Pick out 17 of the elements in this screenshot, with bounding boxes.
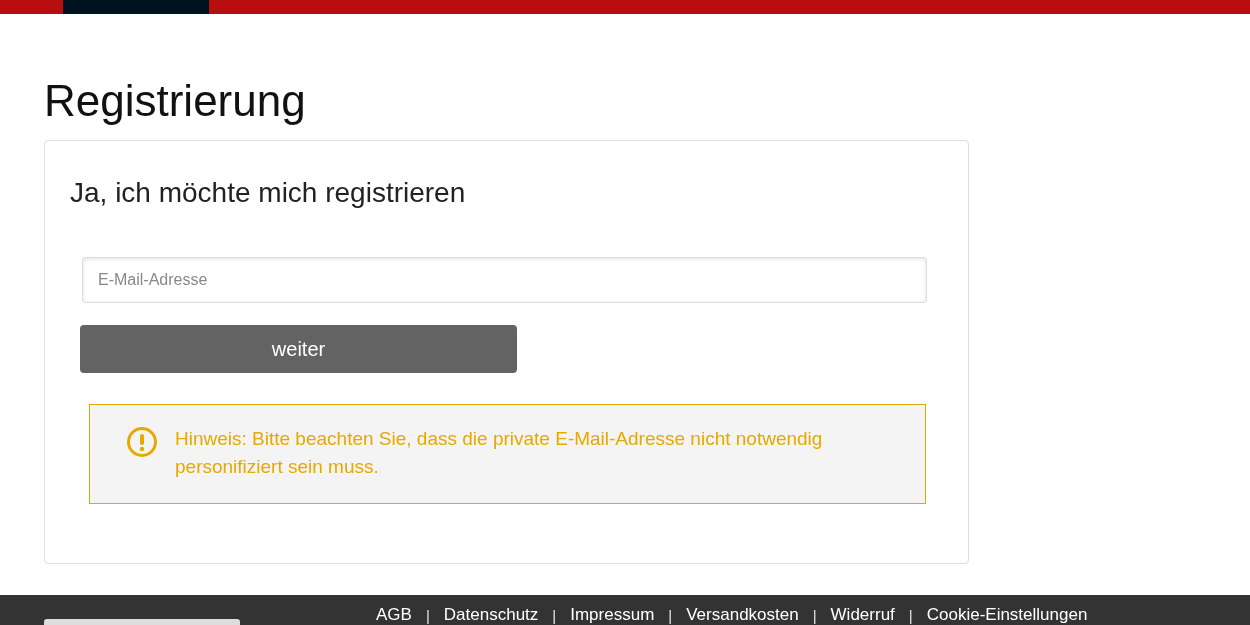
footer-link[interactable]: Cookie-Einstellungen [926,605,1088,625]
footer-link[interactable]: Impressum [570,605,655,625]
separator: | [812,607,817,625]
footer-link[interactable]: Datenschutz [443,605,539,625]
page-title: Registrierung [44,75,307,127]
separator: | [668,607,673,625]
footer-link[interactable]: Widerruf [830,605,895,625]
separator: | [425,607,430,625]
continue-button[interactable]: weiter [80,325,517,373]
separator: | [552,607,557,625]
footer-link[interactable]: Versandkosten [686,605,799,625]
email-field[interactable]: E-Mail-Adresse [82,257,927,303]
exclamation-icon [126,426,158,458]
card-heading: Ja, ich möchte mich registrieren [70,177,466,209]
separator: | [908,607,913,625]
footer-link[interactable]: AGB [376,605,412,625]
notice-text: Hinweis: Bitte beachten Sie, dass die private E-Mail-Adresse nicht notwendig personifiziert sein muss. [175,427,824,479]
